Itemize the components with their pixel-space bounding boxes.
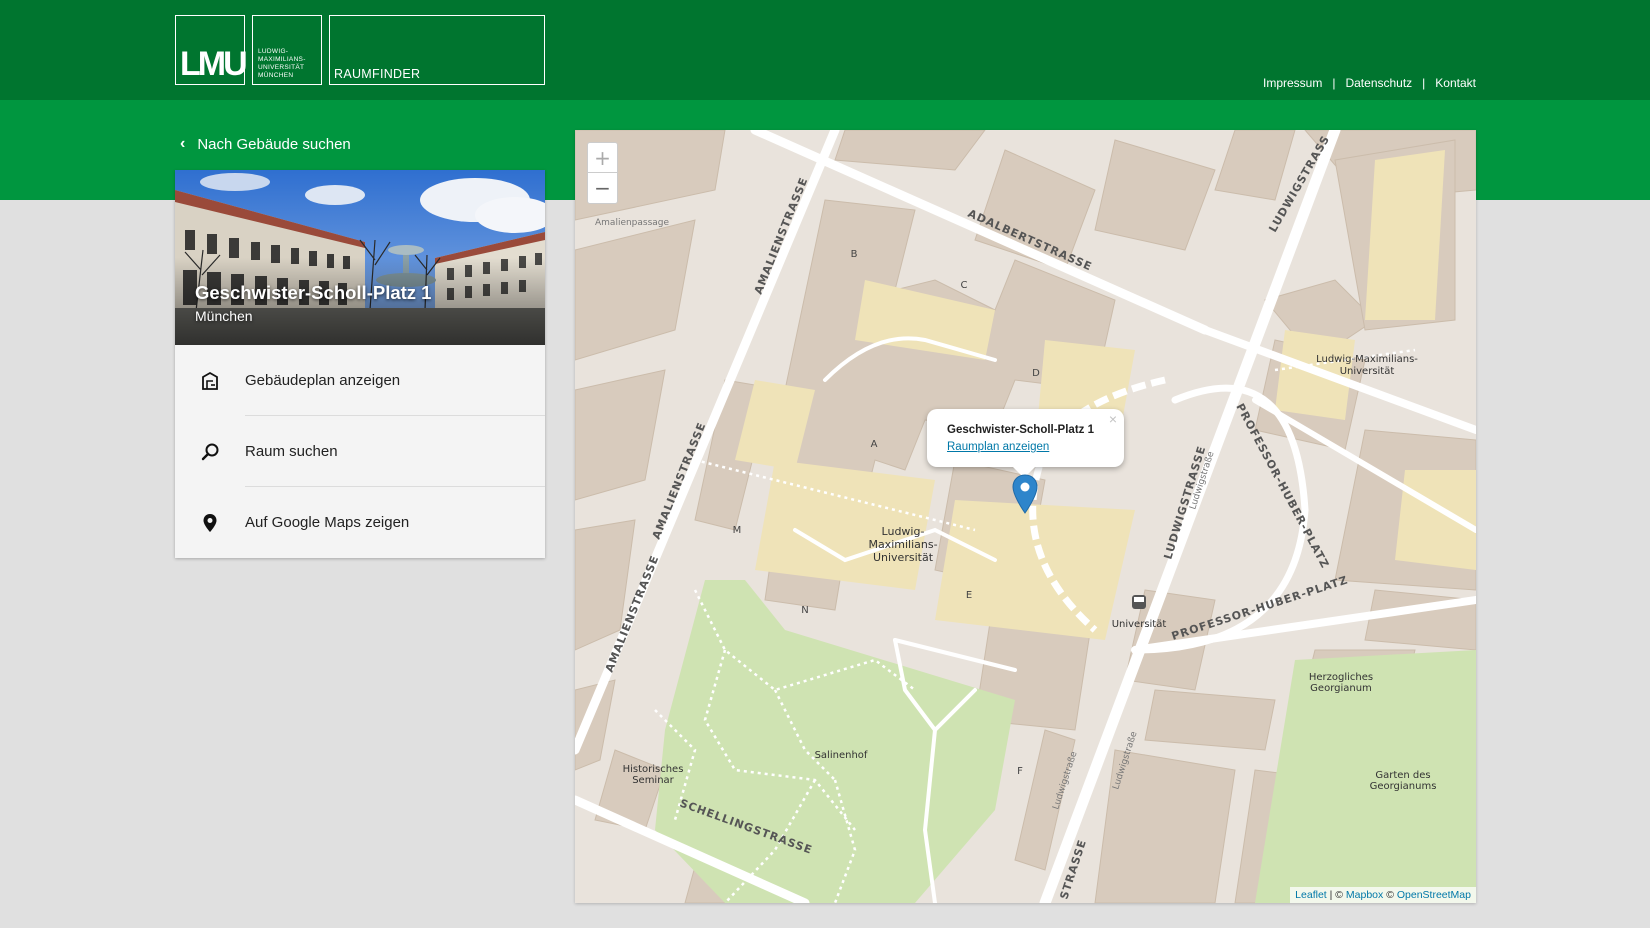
datenschutz-link[interactable]: Datenschutz <box>1345 76 1412 90</box>
map-pin-icon <box>175 513 245 533</box>
svg-text:Georgianum: Georgianum <box>1310 683 1372 694</box>
menu-google-maps-label: Auf Google Maps zeigen <box>245 514 410 531</box>
university-logo: LUDWIG- MAXIMILIANS- UNIVERSITÄT MÜNCHEN <box>252 15 322 85</box>
app-title: RAUMFINDER <box>334 67 421 81</box>
kontakt-link[interactable]: Kontakt <box>1435 76 1476 90</box>
svg-text:Amalienpassage: Amalienpassage <box>595 218 670 228</box>
back-link[interactable]: ‹ Nach Gebäude suchen <box>180 135 351 153</box>
lmu-logo[interactable]: LMU <box>175 15 248 85</box>
svg-text:Seminar: Seminar <box>632 775 674 786</box>
svg-text:Garten des: Garten des <box>1375 770 1430 781</box>
zoom-out-button[interactable]: − <box>588 173 617 203</box>
building-title: Geschwister-Scholl-Platz 1 <box>195 282 432 303</box>
search-icon <box>175 442 245 462</box>
openstreetmap-link[interactable]: OpenStreetMap <box>1397 889 1471 901</box>
map-attribution: Leaflet | © Mapbox © OpenStreetMap <box>1290 887 1476 903</box>
svg-text:Salinenhof: Salinenhof <box>815 750 868 761</box>
svg-text:Ludwig-: Ludwig- <box>882 525 925 538</box>
map-marker-icon[interactable] <box>1012 474 1038 519</box>
svg-text:M: M <box>733 525 742 536</box>
map-popup: × Geschwister-Scholl-Platz 1 Raumplan an… <box>927 409 1124 478</box>
svg-text:F: F <box>1017 766 1023 777</box>
svg-text:B: B <box>851 249 858 260</box>
floorplan-icon <box>175 371 245 391</box>
menu-room-search-label: Raum suchen <box>245 443 338 460</box>
map[interactable]: ADALBERTSTRASSE AMALIENSTRASSE AMALIENST… <box>575 130 1476 903</box>
building-panel: Geschwister-Scholl-Platz 1 München Gebäu… <box>175 170 545 558</box>
menu-room-search[interactable]: Raum suchen <box>175 416 545 487</box>
leaflet-link[interactable]: Leaflet <box>1295 889 1327 901</box>
top-links: Impressum | Datenschutz | Kontakt <box>1263 76 1476 90</box>
svg-text:Universität: Universität <box>873 551 934 564</box>
svg-text:Ludwig-Maximilians-: Ludwig-Maximilians- <box>1316 354 1418 365</box>
mapbox-link[interactable]: Mapbox <box>1346 889 1383 901</box>
svg-text:E: E <box>966 590 972 601</box>
impressum-link[interactable]: Impressum <box>1263 76 1322 90</box>
menu-google-maps[interactable]: Auf Google Maps zeigen <box>175 487 545 558</box>
building-city: München <box>195 308 253 324</box>
chevron-left-icon: ‹ <box>180 135 186 152</box>
popup-close-icon[interactable]: × <box>1109 411 1117 427</box>
svg-text:Maximilians-: Maximilians- <box>868 538 937 551</box>
svg-text:Georgianums: Georgianums <box>1370 781 1437 792</box>
building-photo: Geschwister-Scholl-Platz 1 München <box>175 170 545 345</box>
svg-text:C: C <box>961 280 968 291</box>
svg-text:D: D <box>1032 368 1040 379</box>
app-title-box[interactable]: RAUMFINDER <box>329 15 545 85</box>
svg-text:Historisches: Historisches <box>623 764 684 775</box>
university-name: LUDWIG- MAXIMILIANS- UNIVERSITÄT MÜNCHEN <box>258 48 306 79</box>
svg-text:A: A <box>871 439 878 450</box>
zoom-control: + − <box>587 142 618 204</box>
popup-room-plan-link[interactable]: Raumplan anzeigen <box>947 441 1049 453</box>
svg-text:Universität: Universität <box>1112 619 1167 630</box>
svg-text:Universität: Universität <box>1340 366 1395 377</box>
svg-text:N: N <box>801 605 808 616</box>
svg-text:Herzogliches: Herzogliches <box>1309 672 1373 683</box>
back-link-label: Nach Gebäude suchen <box>197 135 351 153</box>
zoom-in-button[interactable]: + <box>588 143 617 173</box>
menu-floorplan-label: Gebäudeplan anzeigen <box>245 372 401 389</box>
menu-floorplan[interactable]: Gebäudeplan anzeigen <box>175 345 545 416</box>
popup-title: Geschwister-Scholl-Platz 1 <box>947 424 1094 436</box>
